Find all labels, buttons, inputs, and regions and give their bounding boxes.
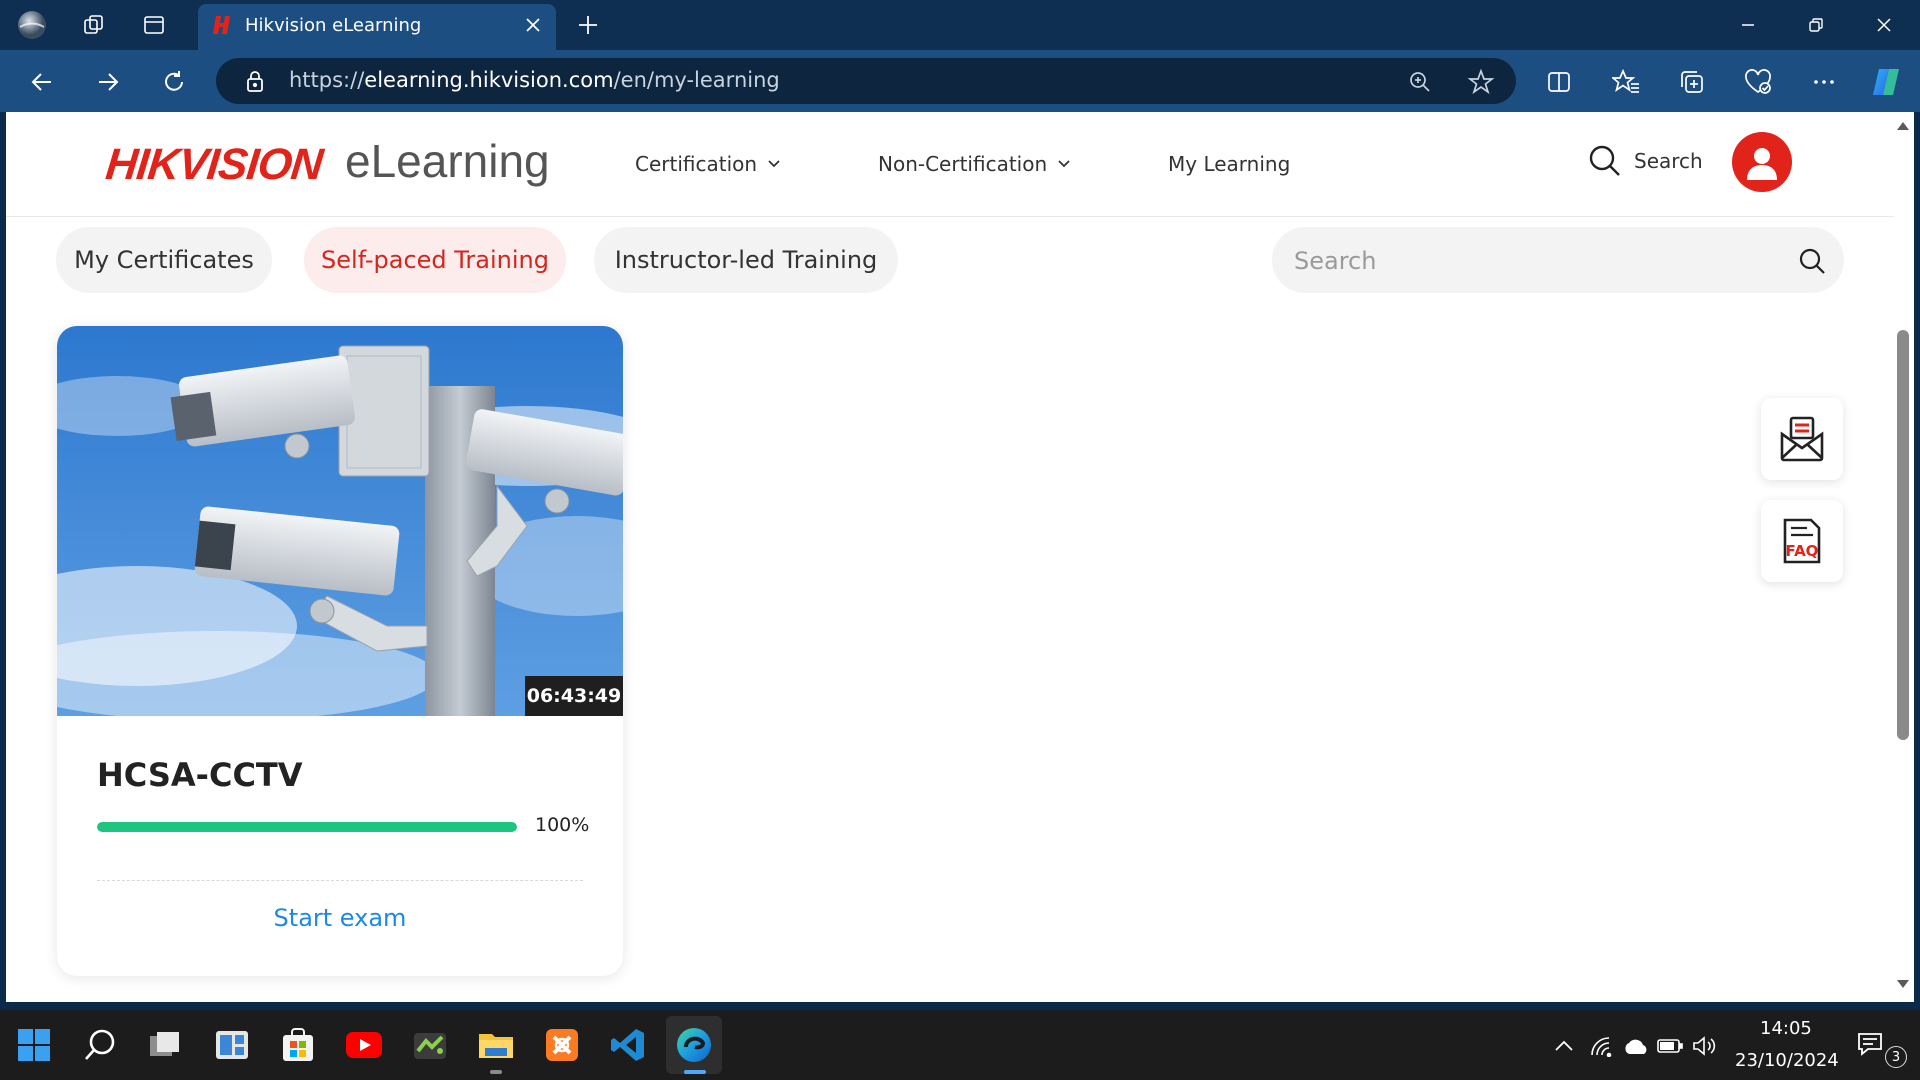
message-button[interactable] <box>1761 398 1843 480</box>
notification-count-badge: 3 <box>1885 1046 1907 1068</box>
tab-close-icon[interactable] <box>520 12 546 38</box>
volume-icon[interactable] <box>1690 1032 1718 1060</box>
widgets-icon[interactable] <box>208 1021 256 1069</box>
course-thumbnail[interactable] <box>57 326 623 716</box>
favorites-icon[interactable] <box>1608 64 1644 100</box>
search-icon[interactable] <box>76 1021 124 1069</box>
chevron-down-icon <box>767 159 781 169</box>
scroll-up-icon[interactable] <box>1896 120 1910 132</box>
nav-non-certification[interactable]: Non-Certification <box>878 152 1071 176</box>
restore-icon[interactable] <box>1782 0 1850 50</box>
nav-certification-label: Certification <box>635 152 758 176</box>
url-text[interactable]: https://elearning.hikvision.com/en/my-le… <box>289 68 780 92</box>
progress-bar <box>97 822 517 832</box>
xampp-icon[interactable] <box>538 1021 586 1069</box>
forward-icon[interactable] <box>88 62 128 102</box>
app-active-indicator <box>684 1070 706 1074</box>
elearning-logo-text[interactable]: eLearning <box>345 134 550 188</box>
favorite-star-icon[interactable] <box>1466 67 1496 97</box>
user-icon <box>1747 148 1777 180</box>
vscode-icon[interactable] <box>604 1021 652 1069</box>
header-search-label: Search <box>1634 149 1703 173</box>
clock-time[interactable]: 14:05 <box>1760 1018 1812 1039</box>
filter-my-certificates[interactable]: My Certificates <box>56 227 272 293</box>
search-icon[interactable] <box>1798 247 1826 275</box>
close-window-icon[interactable] <box>1850 0 1918 50</box>
course-card[interactable]: 06:43:49 HCSA-CCTV 100% Start exam <box>57 326 623 976</box>
nav-my-learning[interactable]: My Learning <box>1168 152 1290 176</box>
split-screen-icon[interactable] <box>1541 64 1577 100</box>
lock-icon[interactable] <box>244 69 266 93</box>
progress-bar-fill <box>97 822 517 832</box>
page-viewport: HIKVISION eLearning Certification Non-Ce… <box>6 112 1894 1002</box>
profile-icon[interactable] <box>14 7 50 43</box>
clock-date[interactable]: 23/10/2024 <box>1735 1050 1839 1071</box>
new-tab-icon[interactable] <box>573 10 603 40</box>
progress-percentage: 100% <box>535 814 590 836</box>
minimize-icon[interactable] <box>1714 0 1782 50</box>
browser-essentials-icon[interactable] <box>1740 64 1776 100</box>
hikvision-logo[interactable]: HIKVISION <box>103 140 324 190</box>
zoom-icon[interactable] <box>1405 67 1435 97</box>
scrollbar-thumb[interactable] <box>1897 330 1909 740</box>
game-app-icon[interactable] <box>406 1021 454 1069</box>
app-running-indicator <box>490 1070 502 1074</box>
edge-icon[interactable] <box>670 1021 718 1069</box>
chevron-up-icon[interactable] <box>1550 1032 1578 1060</box>
nav-my-learning-label: My Learning <box>1168 152 1291 176</box>
copilot-icon[interactable] <box>1868 64 1904 100</box>
faq-icon: FAQ <box>1783 518 1821 564</box>
content-search-input[interactable] <box>1292 227 1776 295</box>
mail-icon <box>1780 416 1824 462</box>
hikvision-favicon-icon <box>210 14 236 36</box>
more-options-icon[interactable] <box>1806 64 1842 100</box>
nav-certification[interactable]: Certification <box>635 152 781 176</box>
card-divider <box>97 880 583 881</box>
back-icon[interactable] <box>22 62 62 102</box>
notification-center-icon[interactable] <box>1856 1030 1884 1058</box>
duration-badge: 06:43:49 <box>525 676 623 716</box>
wifi-icon[interactable] <box>1588 1032 1616 1060</box>
vertical-tabs-icon[interactable] <box>136 7 172 43</box>
header-search-button[interactable]: Search <box>1588 144 1703 178</box>
nav-non-certification-label: Non-Certification <box>878 152 1048 176</box>
user-avatar[interactable] <box>1732 132 1792 192</box>
faq-button[interactable]: FAQ <box>1761 500 1843 582</box>
collections-icon[interactable] <box>1674 64 1710 100</box>
start-exam-link[interactable]: Start exam <box>57 904 623 932</box>
scroll-down-icon[interactable] <box>1896 978 1910 990</box>
filter-instructor-led-training[interactable]: Instructor-led Training <box>594 227 898 293</box>
filter-self-paced-training[interactable]: Self-paced Training <box>304 227 566 293</box>
onedrive-icon[interactable] <box>1622 1032 1650 1060</box>
chevron-down-icon <box>1057 159 1071 169</box>
battery-icon[interactable] <box>1656 1032 1684 1060</box>
youtube-icon[interactable] <box>340 1021 388 1069</box>
course-title[interactable]: HCSA-CCTV <box>97 756 303 794</box>
workspaces-icon[interactable] <box>76 7 112 43</box>
search-icon <box>1588 144 1622 178</box>
task-view-icon[interactable] <box>141 1021 189 1069</box>
content-search-box <box>1272 227 1844 295</box>
refresh-icon[interactable] <box>154 62 194 102</box>
start-icon[interactable] <box>10 1021 58 1069</box>
microsoft-store-icon[interactable] <box>274 1021 322 1069</box>
tab-title: Hikvision eLearning <box>245 15 422 36</box>
file-explorer-icon[interactable] <box>472 1021 520 1069</box>
faq-icon-label: FAQ <box>1786 542 1819 560</box>
